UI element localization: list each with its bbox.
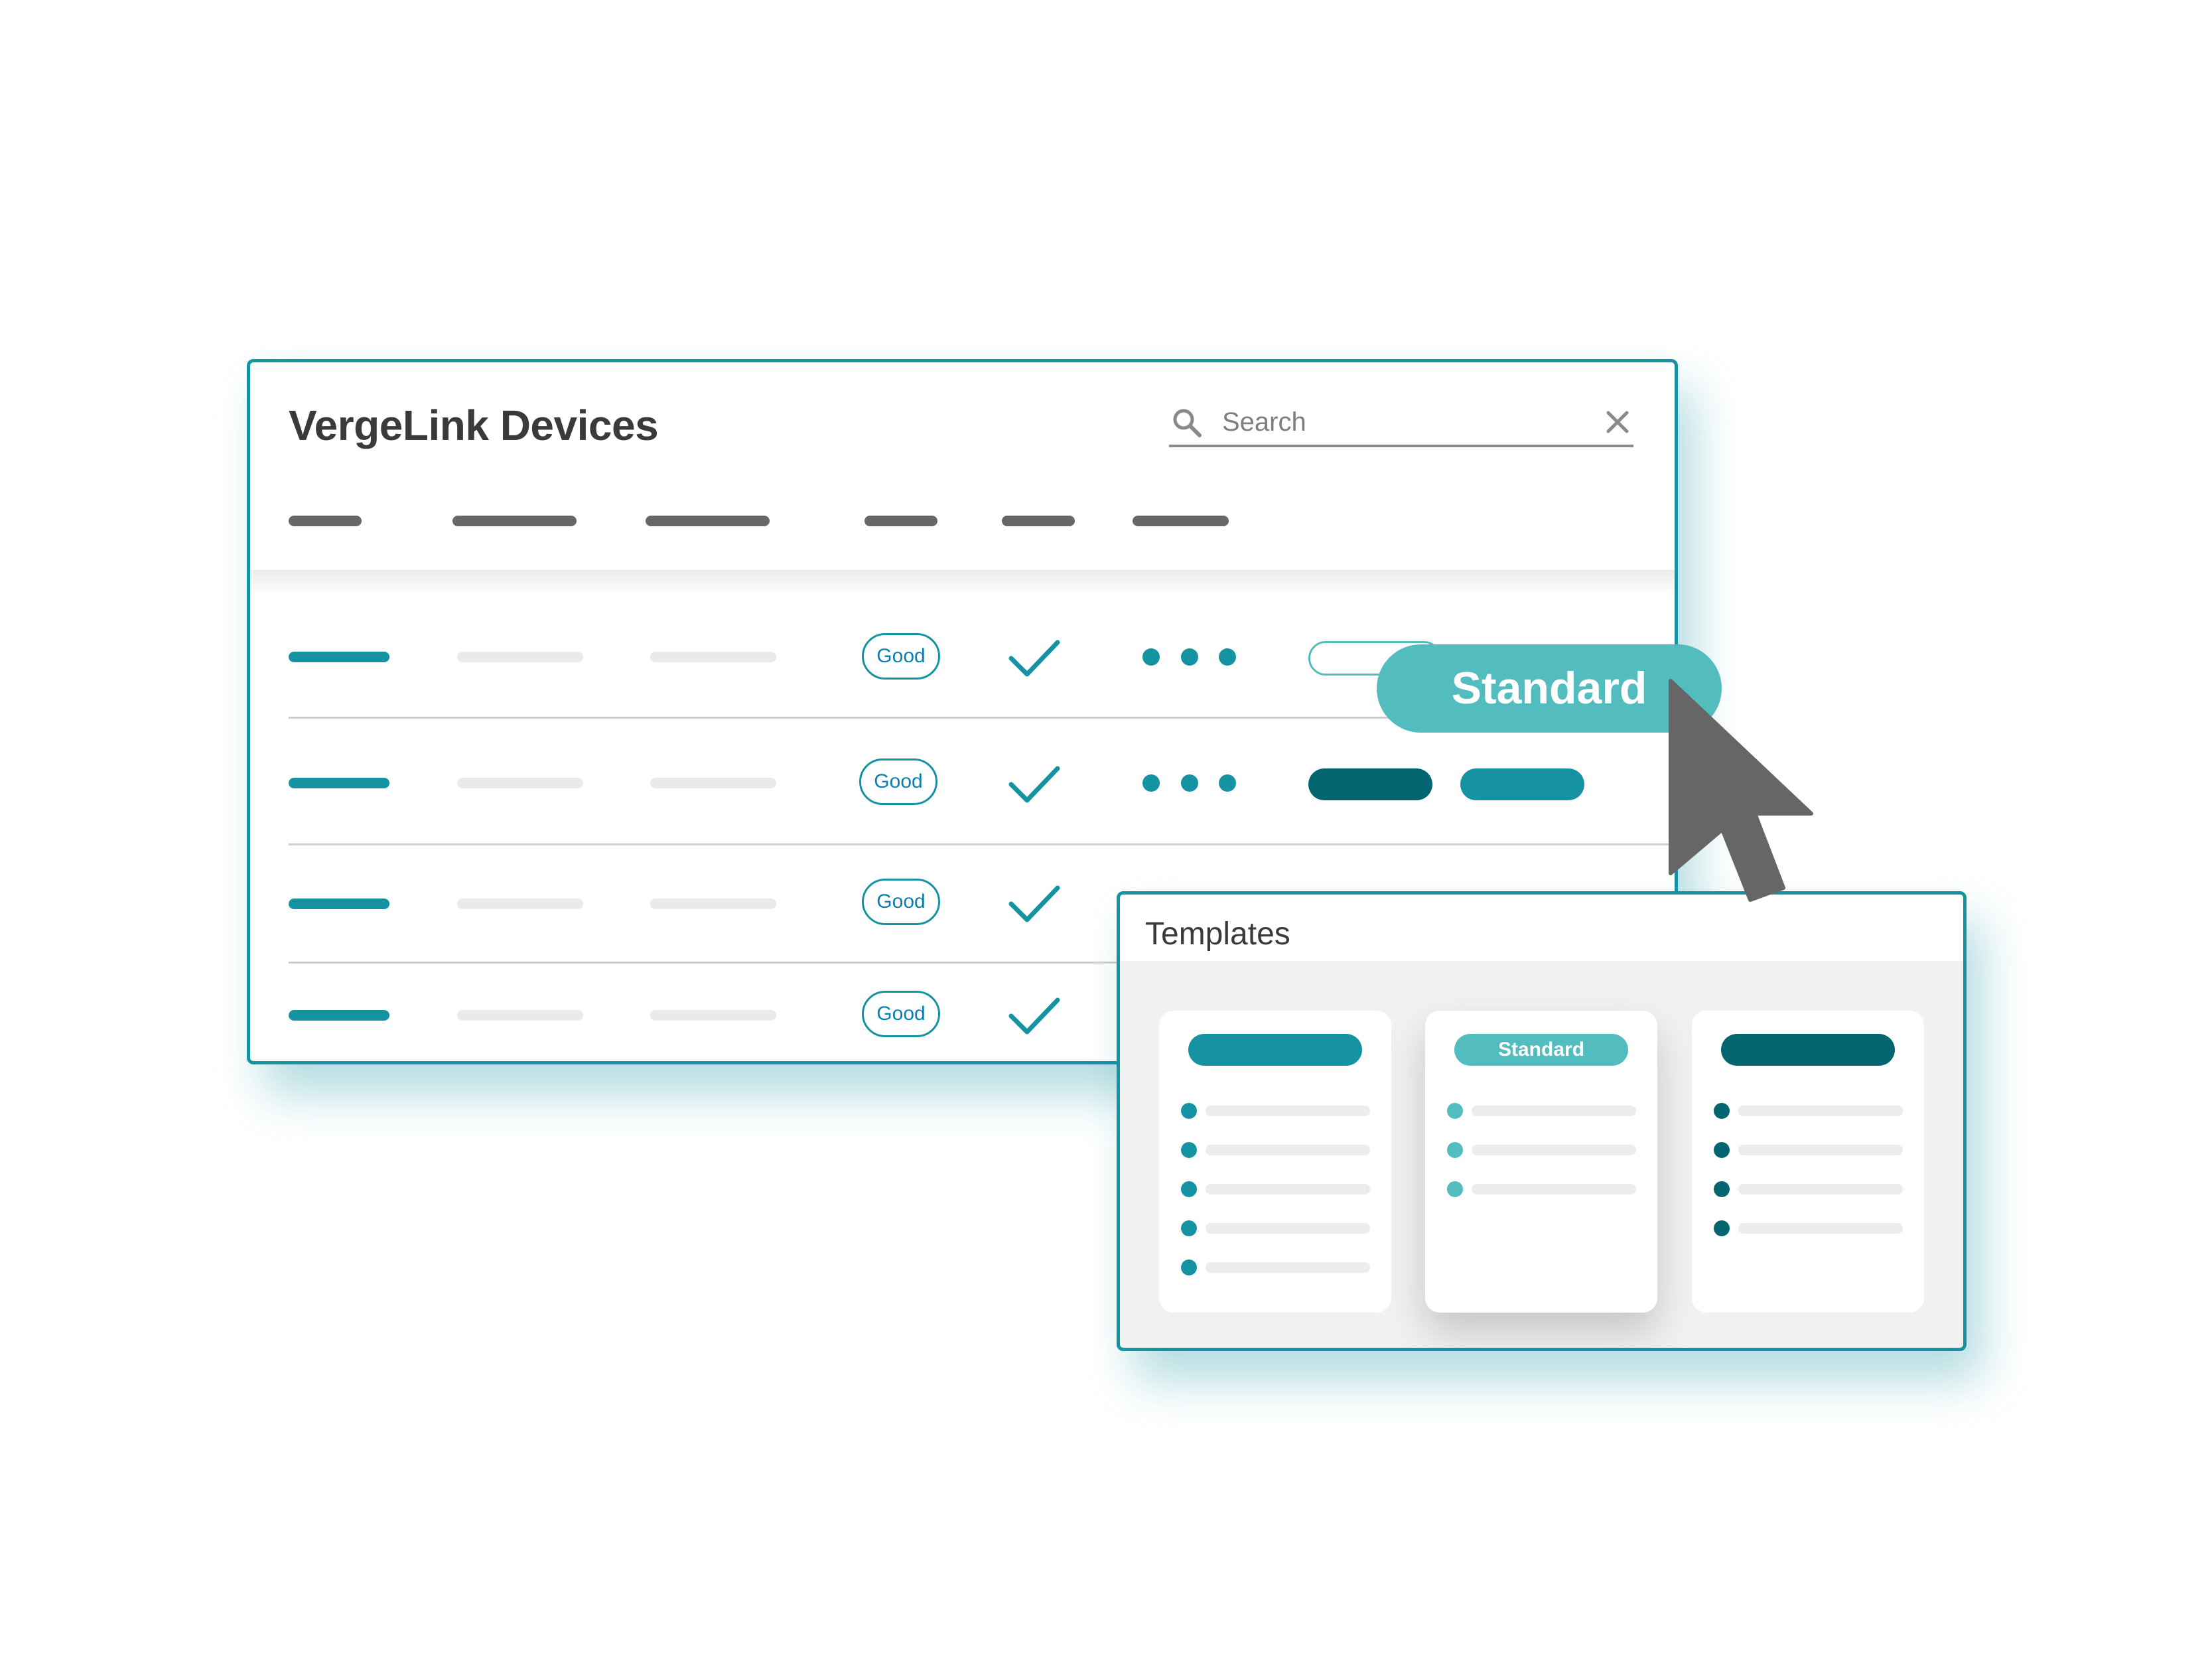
text-placeholder [1206, 1262, 1370, 1273]
text-placeholder [1472, 1184, 1636, 1194]
checkmark-icon [1008, 640, 1060, 677]
arrow-cursor-icon [1669, 679, 1813, 902]
cell-placeholder [650, 778, 776, 788]
cell-placeholder [457, 899, 583, 909]
text-placeholder [1206, 1184, 1370, 1194]
device-name-placeholder[interactable] [289, 899, 389, 909]
template-card[interactable] [1692, 1011, 1924, 1313]
more-dots-icon[interactable] [1181, 774, 1198, 792]
column-header[interactable] [452, 516, 577, 526]
template-card-selected[interactable]: Standard [1425, 1011, 1657, 1313]
more-dots-icon[interactable] [1142, 648, 1160, 666]
text-placeholder [1738, 1184, 1903, 1194]
column-header[interactable] [1002, 516, 1075, 526]
template-card-label: Standard [1454, 1034, 1628, 1066]
device-name-placeholder[interactable] [289, 1010, 389, 1021]
cell-placeholder [650, 899, 776, 909]
bullet-icon [1714, 1220, 1730, 1236]
text-placeholder [1738, 1145, 1903, 1155]
device-name-placeholder[interactable] [289, 652, 389, 662]
bullet-icon [1447, 1103, 1463, 1119]
column-header[interactable] [864, 516, 937, 526]
text-placeholder [1206, 1223, 1370, 1234]
template-card[interactable] [1159, 1011, 1391, 1313]
templates-panel: Templates Standard [1117, 891, 1967, 1351]
checkmark-icon [1008, 885, 1060, 922]
cell-placeholder [457, 778, 583, 788]
bullet-icon [1181, 1260, 1197, 1275]
column-header[interactable] [1133, 516, 1229, 526]
more-dots-icon[interactable] [1142, 774, 1160, 792]
bullet-icon [1181, 1103, 1197, 1119]
device-name-placeholder[interactable] [289, 778, 389, 788]
status-badge: Good [859, 758, 937, 805]
bullet-icon [1714, 1142, 1730, 1158]
search-bar[interactable]: Search [1169, 402, 1633, 447]
page-title: VergeLink Devices [289, 401, 659, 449]
header-divider [250, 570, 1675, 597]
search-input[interactable]: Search [1222, 407, 1306, 437]
cell-placeholder [457, 1010, 583, 1021]
cell-placeholder [457, 652, 583, 662]
more-dots-icon[interactable] [1219, 648, 1236, 666]
bullet-icon [1714, 1103, 1730, 1119]
checkmark-icon [1008, 997, 1060, 1035]
status-badge: Good [862, 633, 940, 680]
search-icon [1173, 409, 1202, 437]
status-badge: Good [862, 991, 940, 1037]
bullet-icon [1181, 1220, 1197, 1236]
template-card-label [1188, 1034, 1362, 1066]
cell-placeholder [650, 652, 776, 662]
text-placeholder [1206, 1106, 1370, 1116]
template-pill[interactable] [1460, 768, 1584, 800]
close-icon[interactable] [1604, 409, 1631, 435]
column-header[interactable] [289, 516, 362, 526]
column-header[interactable] [646, 516, 770, 526]
more-dots-icon[interactable] [1181, 648, 1198, 666]
panel-header: Templates [1120, 895, 1963, 961]
text-placeholder [1738, 1223, 1903, 1234]
text-placeholder [1738, 1106, 1903, 1116]
bullet-icon [1181, 1142, 1197, 1158]
text-placeholder [1472, 1145, 1636, 1155]
more-dots-icon[interactable] [1219, 774, 1236, 792]
panel-title: Templates [1145, 916, 1290, 952]
bullet-icon [1714, 1181, 1730, 1197]
status-badge: Good [862, 879, 940, 925]
text-placeholder [1206, 1145, 1370, 1155]
checkmark-icon [1008, 766, 1060, 803]
cell-placeholder [650, 1010, 776, 1021]
bullet-icon [1447, 1181, 1463, 1197]
bullet-icon [1447, 1142, 1463, 1158]
bullet-icon [1181, 1181, 1197, 1197]
template-card-label [1721, 1034, 1895, 1066]
text-placeholder [1472, 1106, 1636, 1116]
template-pill[interactable] [1308, 768, 1432, 800]
row-divider [289, 843, 1675, 845]
